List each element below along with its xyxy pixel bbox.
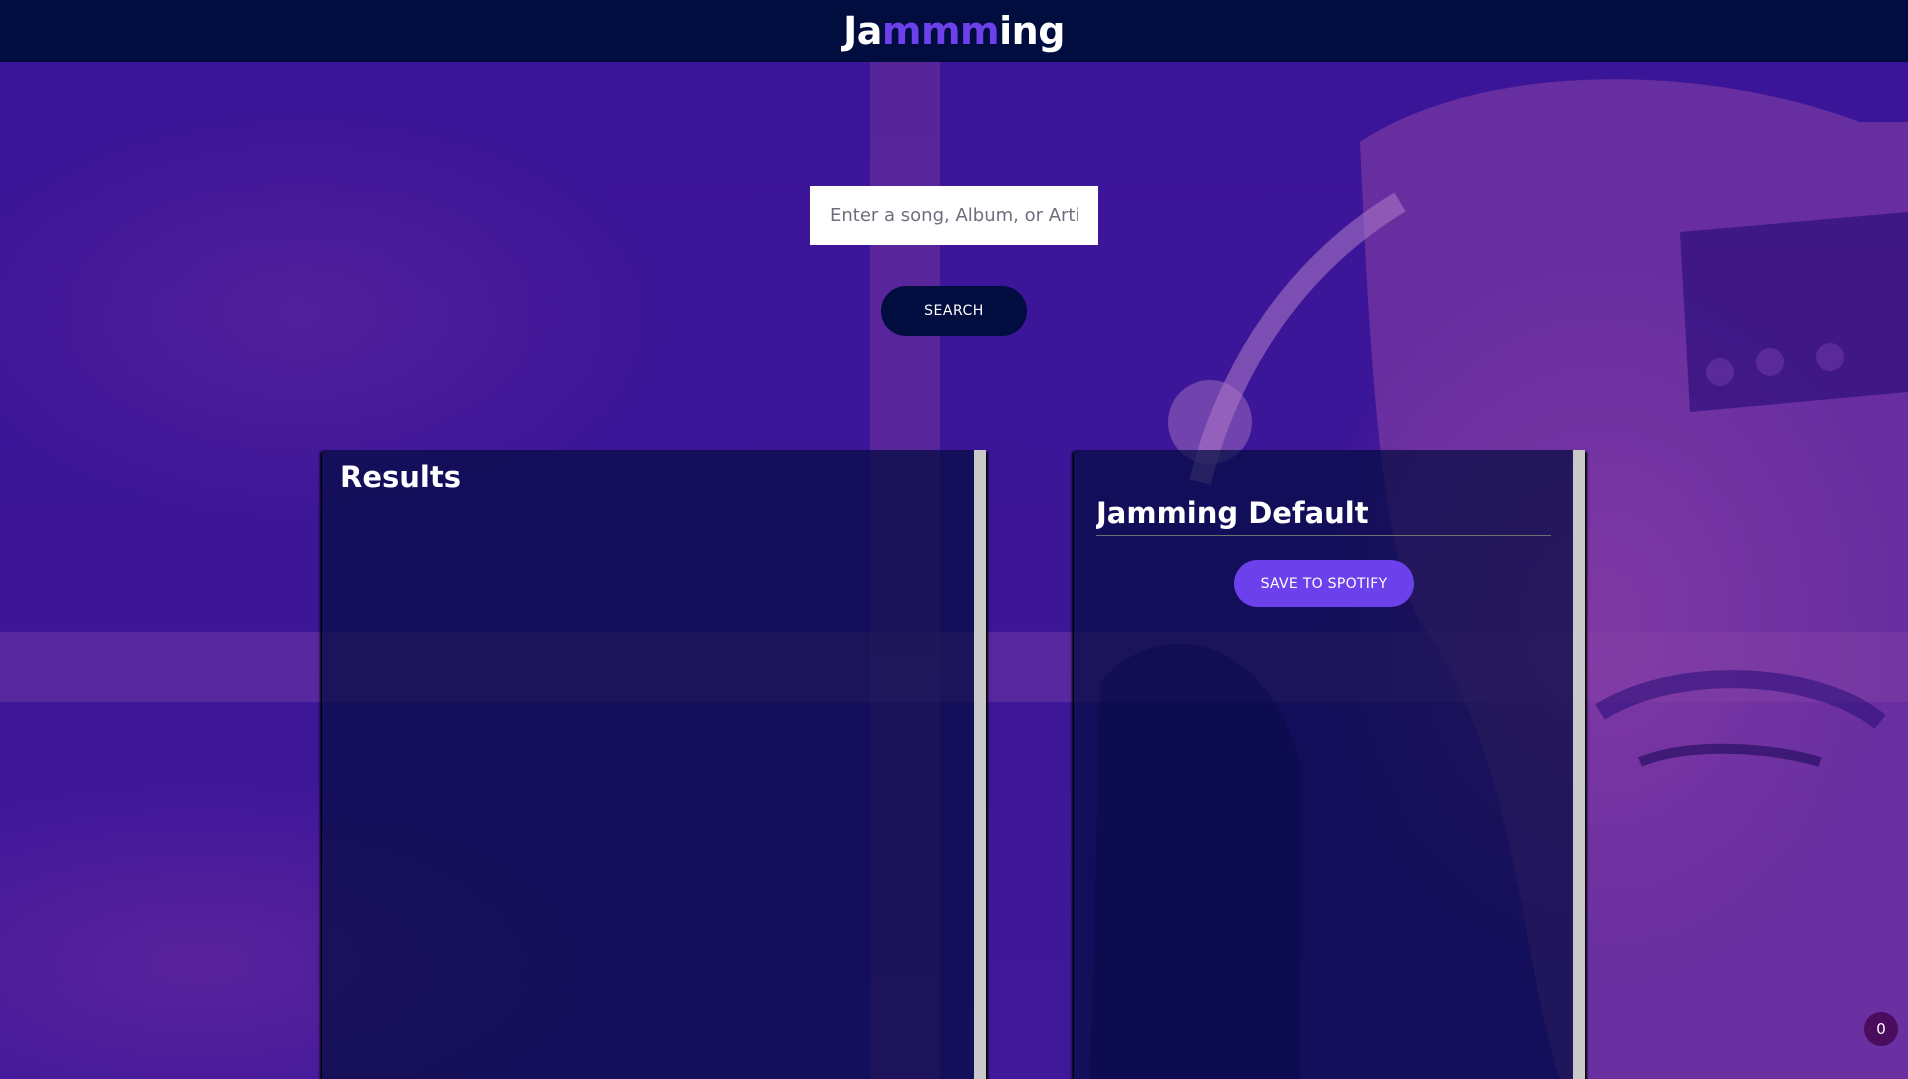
- logo-accent: mmm: [881, 9, 1000, 53]
- count-badge[interactable]: 0: [1864, 1012, 1898, 1046]
- save-to-spotify-button[interactable]: SAVE TO SPOTIFY: [1234, 560, 1414, 607]
- playlist-panel: SAVE TO SPOTIFY: [1074, 450, 1585, 1079]
- playlist-name-input[interactable]: [1096, 490, 1551, 536]
- app-header: Jammming: [0, 0, 1908, 62]
- playlist-scrollbar[interactable]: [1573, 450, 1585, 1079]
- app-logo: Jammming: [843, 9, 1065, 53]
- results-title: Results: [340, 460, 461, 494]
- search-bar: SEARCH: [0, 186, 1908, 336]
- app-page: Jammming SEARCH Results SAVE TO SPOTIFY …: [0, 0, 1908, 1079]
- results-scrollbar[interactable]: [974, 450, 986, 1079]
- search-results-panel: Results: [322, 450, 986, 1079]
- search-button[interactable]: SEARCH: [881, 286, 1027, 336]
- logo-suffix: ing: [999, 9, 1065, 53]
- search-input[interactable]: [810, 186, 1098, 245]
- logo-prefix: Ja: [843, 9, 882, 53]
